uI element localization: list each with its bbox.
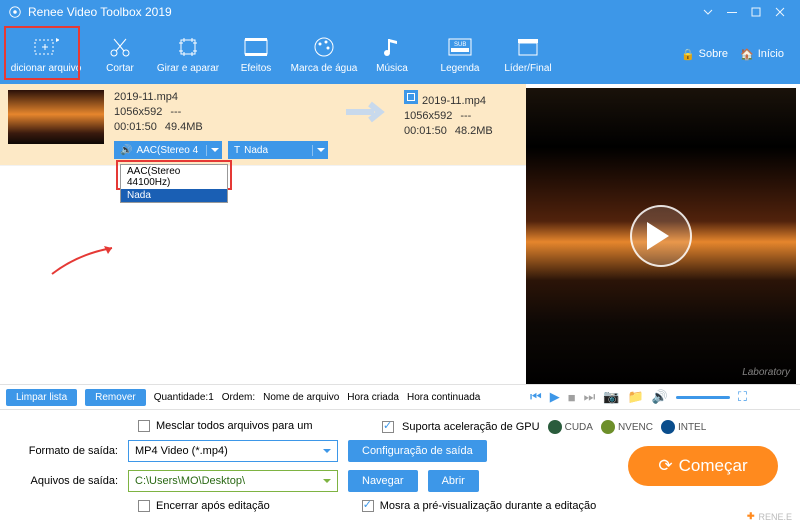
app-title: Renee Video Toolbox 2019 [28,5,172,19]
rotate-crop-button[interactable]: Girar e aparar [154,26,222,82]
sort-created[interactable]: Hora criada [347,392,399,403]
file-out-duration: 00:01:50 [404,124,447,139]
refresh-icon: ⟳ [658,456,672,476]
close-after-checkbox[interactable] [138,500,150,512]
audio-track-dropdown[interactable]: 🔊AAC(Stereo 4 [114,141,222,159]
scissors-icon [107,34,133,60]
subtitle-icon: SUB [447,34,473,60]
file-thumbnail [8,90,104,144]
open-folder-button[interactable]: 📁 [627,389,643,405]
open-button[interactable]: Abrir [428,470,479,492]
file-in-name: 2019-11.mp4 [114,90,328,105]
player-prev-button[interactable]: ⏮ [530,389,542,405]
start-button[interactable]: ⟳ Começar [628,446,778,486]
brand-label: ✚RENE.E [747,511,792,522]
convert-arrow-icon [338,100,394,124]
cut-button[interactable]: Cortar [86,26,154,82]
file-in-duration: 00:01:50 [114,120,157,135]
output-icon [404,90,418,104]
order-label: Ordem: [222,392,255,403]
add-file-icon [33,34,59,60]
quantity-label: Quantidade:1 [154,392,214,403]
preview-panel: Laboratory [526,88,796,384]
gpu-label: Suporta aceleração de GPU [402,421,540,433]
preview-play-button[interactable] [630,205,692,267]
svg-text:SUB: SUB [454,42,466,48]
music-button[interactable]: Música [358,26,426,82]
sort-continued[interactable]: Hora continuada [407,392,480,403]
minimize-button[interactable] [720,2,744,22]
add-file-button[interactable]: dicionar arquivo [6,26,86,82]
audio-option-selected[interactable]: Nada [121,189,227,202]
nvenc-badge: NVENC [601,420,653,434]
cuda-badge: CUDA [548,420,593,434]
chevron-down-icon [206,145,222,156]
show-preview-label: Mosra a pré-visualização durante a edita… [380,500,596,512]
file-out-size: 48.2MB [455,124,493,139]
home-link[interactable]: 🏠 Início [740,48,784,61]
player-stop-button[interactable]: ■ [568,390,576,405]
gpu-checkbox[interactable] [382,421,394,433]
subtitle-button[interactable]: SUB Legenda [426,26,494,82]
file-in-size: 49.4MB [165,120,203,135]
format-label: Formato de saída: [12,445,128,457]
home-icon: 🏠 [740,48,754,61]
chevron-down-icon [312,145,328,156]
output-config-button[interactable]: Configuração de saída [348,440,487,462]
effects-button[interactable]: Efeitos [222,26,290,82]
subtitle-track-dropdown[interactable]: TNada [228,141,328,159]
text-icon: T [234,143,240,158]
music-icon [379,34,405,60]
intro-outro-button[interactable]: Líder/Final [494,26,562,82]
watermark-button[interactable]: Marca de água [290,26,358,82]
merge-label: Mesclar todos arquivos para um [156,420,313,432]
remove-button[interactable]: Remover [85,389,146,406]
show-preview-checkbox[interactable] [362,500,374,512]
volume-slider[interactable] [676,396,730,399]
merge-checkbox[interactable] [138,420,150,432]
file-row[interactable]: 2019-11.mp4 1056x592--- 00:01:5049.4MB 🔊… [0,84,526,166]
output-format-select[interactable]: MP4 Video (*.mp4) [128,440,338,462]
file-in-res: 1056x592 [114,105,162,120]
output-path-label: Aquivos de saída: [12,475,128,487]
lock-icon: 🔒 [681,48,695,61]
palette-icon [311,34,337,60]
about-link[interactable]: 🔒 Sobre [681,48,728,61]
film-icon [243,34,269,60]
audio-dropdown-list[interactable]: AAC(Stereo 44100Hz) Nada [120,164,228,203]
fullscreen-button[interactable]: ⛶ [738,389,747,405]
player-next-button[interactable]: ⏭ [584,389,596,405]
volume-icon[interactable]: 🔊 [652,389,668,405]
clear-list-button[interactable]: Limpar lista [6,389,77,406]
browse-button[interactable]: Navegar [348,470,418,492]
maximize-button[interactable] [744,2,768,22]
close-button[interactable] [768,2,792,22]
player-play-button[interactable]: ▶ [550,389,560,405]
intel-badge: INTEL [661,420,706,434]
preview-watermark: Laboratory [742,367,790,378]
annotation-arrow-icon [48,244,128,284]
crop-icon [175,34,201,60]
file-out-res: 1056x592 [404,109,452,124]
app-icon [8,5,22,19]
sort-name[interactable]: Nome de arquivo [263,392,339,403]
snapshot-button[interactable]: 📷 [603,389,619,405]
speaker-icon: 🔊 [120,143,132,158]
output-path-select[interactable]: C:\Users\MO\Desktop\ [128,470,338,492]
dropdown-icon[interactable] [696,2,720,22]
slate-icon [515,34,541,60]
close-after-label: Encerrar após editação [156,500,270,512]
audio-option[interactable]: AAC(Stereo 44100Hz) [121,165,227,189]
file-out-name: 2019-11.mp4 [422,95,486,107]
